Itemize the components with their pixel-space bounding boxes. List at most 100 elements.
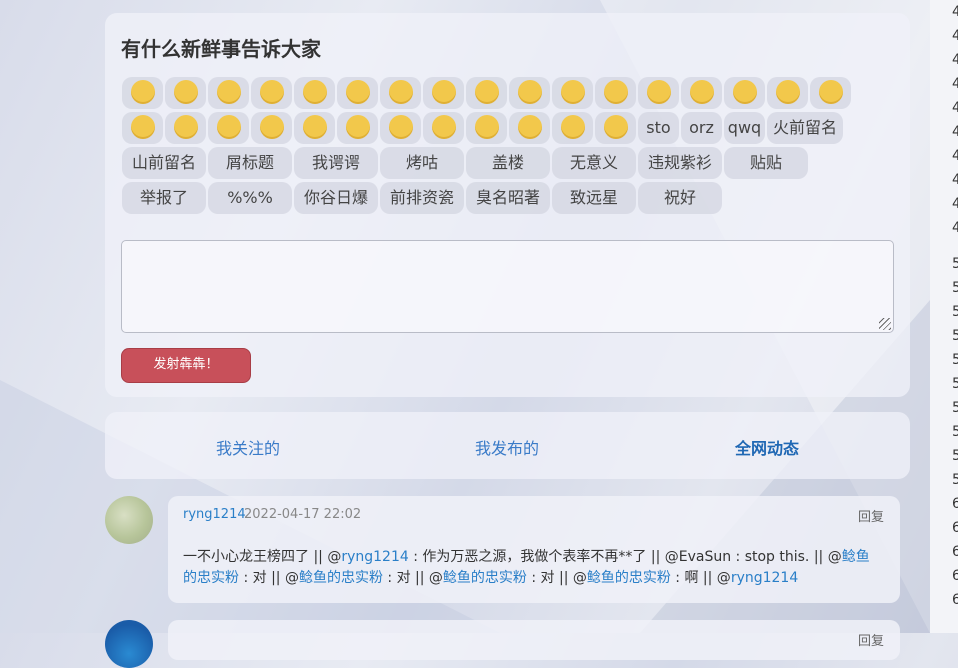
- emote-text-button[interactable]: 臭名昭著: [466, 182, 550, 214]
- mention-link[interactable]: 鲶鱼的忠实粉: [443, 570, 527, 586]
- revolver-emote-button[interactable]: revolver: [810, 77, 851, 109]
- resize-handle-icon[interactable]: [879, 318, 891, 330]
- emote-text-button[interactable]: 我谔谔: [294, 147, 378, 179]
- list-item-number: 4: [952, 172, 958, 188]
- mention-link[interactable]: 鲶鱼的忠实粉: [587, 570, 671, 586]
- squint-emote-button[interactable]: squint: [165, 112, 206, 144]
- dazed-icon: dazed: [560, 115, 585, 139]
- emote-text-button[interactable]: %%%: [208, 182, 292, 214]
- reply-button[interactable]: 回复: [858, 506, 884, 525]
- list-item-number: 5: [952, 424, 958, 440]
- list-item-number: 4: [952, 100, 958, 116]
- ghost-emote-button[interactable]: ghost: [724, 77, 765, 109]
- nosebleed-emote-button[interactable]: nosebleed: [423, 112, 464, 144]
- post-textarea[interactable]: [121, 240, 894, 333]
- list-item-number: 5: [952, 448, 958, 464]
- feed-item: ryng1214 2022-04-17 22:02 回复 一不小心龙王榜四了 |…: [168, 496, 900, 603]
- anger-mark-icon: anger-mark: [775, 80, 800, 104]
- heart-eyes-emote-button[interactable]: heart-eyes: [208, 77, 249, 109]
- squint-icon: squint: [173, 115, 198, 139]
- knife-icon: knife: [302, 115, 327, 139]
- rose-icon: rose: [646, 80, 671, 104]
- list-item-number: 5: [952, 280, 958, 296]
- list-item-number: 4: [952, 28, 958, 44]
- emote-text-button[interactable]: 无意义: [552, 147, 636, 179]
- wilted-rose-icon: wilted-rose: [689, 80, 714, 104]
- emote-text-button[interactable]: 屑标题: [208, 147, 292, 179]
- tab-all[interactable]: 全网动态: [735, 435, 799, 459]
- emote-text-button[interactable]: sto: [638, 112, 679, 144]
- revolver-icon: revolver: [818, 80, 843, 104]
- cleaver-emote-button[interactable]: cleaver: [337, 112, 378, 144]
- mention-link[interactable]: ryng1214: [731, 570, 798, 586]
- shy-emote-button[interactable]: shy: [251, 77, 292, 109]
- list-item-number: 4: [952, 76, 958, 92]
- list-item-number: 4: [952, 196, 958, 212]
- thumbs-down-icon: thumbs-down: [603, 80, 628, 104]
- sorry-emote-button[interactable]: sorry: [466, 112, 507, 144]
- emote-text-button[interactable]: 火前留名: [767, 112, 844, 144]
- emote-text-button[interactable]: 贴贴: [724, 147, 808, 179]
- sad-emote-button[interactable]: sad: [122, 77, 163, 109]
- sorry-icon: sorry: [474, 115, 499, 139]
- laugh-cry-icon: laugh-cry: [474, 80, 499, 104]
- penguin-icon: penguin: [259, 115, 284, 139]
- cleaver-icon: cleaver: [345, 115, 370, 139]
- list-item-number: 6: [952, 544, 958, 560]
- list-item-number: 5: [952, 256, 958, 272]
- list-item-number: 5: [952, 472, 958, 488]
- list-item-number: 5: [952, 400, 958, 416]
- thumbs-down-emote-button[interactable]: thumbs-down: [595, 77, 636, 109]
- wilted-rose-emote-button[interactable]: wilted-rose: [681, 77, 722, 109]
- emote-text-button[interactable]: 违规紫衫: [638, 147, 722, 179]
- list-item-number: 5: [952, 352, 958, 368]
- dazed-emote-button[interactable]: dazed: [552, 112, 593, 144]
- submit-post-button[interactable]: 发射犇犇！: [121, 348, 251, 383]
- avatar[interactable]: [105, 496, 153, 544]
- emote-text-button[interactable]: 你谷日爆: [294, 182, 378, 214]
- list-item-number: 4: [952, 4, 958, 20]
- nosebleed-icon: nosebleed: [431, 115, 456, 139]
- penguin-emote-button[interactable]: penguin: [251, 112, 292, 144]
- emote-text-button[interactable]: 山前留名: [122, 147, 206, 179]
- emote-text-button[interactable]: 举报了: [122, 182, 206, 214]
- composer-title: 有什么新鲜事告诉大家: [121, 37, 321, 61]
- emote-text-button[interactable]: 盖楼: [466, 147, 550, 179]
- feed-item-timestamp: 2022-04-17 22:02: [244, 507, 362, 522]
- tearful-emote-button[interactable]: tearful: [595, 112, 636, 144]
- anger-mark-emote-button[interactable]: anger-mark: [767, 77, 808, 109]
- list-item-number: 5: [952, 376, 958, 392]
- tab-mine[interactable]: 我发布的: [475, 435, 539, 459]
- dizzy-emote-button[interactable]: dizzy: [337, 77, 378, 109]
- emote-text-button[interactable]: 祝好: [638, 182, 722, 214]
- grin-emote-button[interactable]: grin: [380, 77, 421, 109]
- emote-text-button[interactable]: qwq: [724, 112, 765, 144]
- tab-following[interactable]: 我关注的: [216, 435, 280, 459]
- angry-emote-button[interactable]: angry: [165, 77, 206, 109]
- feed-item-username[interactable]: ryng1214: [183, 507, 246, 522]
- sob-emote-button[interactable]: sob: [122, 112, 163, 144]
- thumbs-up-emote-button[interactable]: thumbs-up: [552, 77, 593, 109]
- rose-emote-button[interactable]: rose: [638, 77, 679, 109]
- shock-emote-button[interactable]: shock: [208, 112, 249, 144]
- mention-link[interactable]: ryng1214: [341, 549, 408, 565]
- list-item-number: 4: [952, 220, 958, 236]
- cry-emote-button[interactable]: cry: [423, 77, 464, 109]
- smirk-emote-button[interactable]: smirk: [294, 77, 335, 109]
- sleepy-emote-button[interactable]: sleepy: [380, 112, 421, 144]
- dizzy-icon: dizzy: [345, 80, 370, 104]
- knife-emote-button[interactable]: knife: [294, 112, 335, 144]
- laugh-cry-emote-button[interactable]: laugh-cry: [466, 77, 507, 109]
- emote-text-button[interactable]: 烤咕: [380, 147, 464, 179]
- smirk-icon: smirk: [302, 80, 327, 104]
- emote-text-button[interactable]: 致远星: [552, 182, 636, 214]
- emote-text-button[interactable]: orz: [681, 112, 722, 144]
- puppy-eyes-emote-button[interactable]: puppy-eyes: [509, 112, 550, 144]
- list-item-number: 6: [952, 520, 958, 536]
- emote-text-button[interactable]: 前排资瓷: [380, 182, 464, 214]
- hammer-emote-button[interactable]: hammer: [509, 77, 550, 109]
- mention-link[interactable]: 鲶鱼的忠实粉: [299, 570, 383, 586]
- cry-icon: cry: [431, 80, 456, 104]
- feed-tabs: 我关注的 我发布的 全网动态: [105, 412, 910, 479]
- avatar[interactable]: [105, 620, 153, 668]
